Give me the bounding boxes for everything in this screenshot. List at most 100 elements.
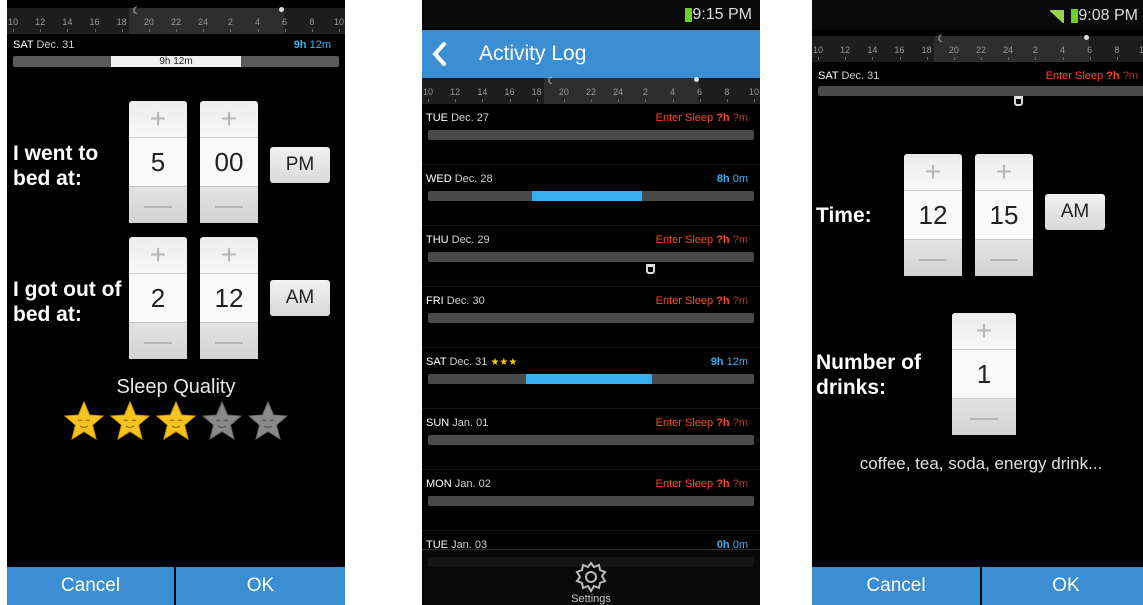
star-empty-icon[interactable] [201, 400, 243, 442]
ruler-tick-label: 24 [198, 17, 209, 27]
sleep-quality-rating[interactable] [63, 400, 303, 450]
star-filled-icon[interactable] [155, 400, 197, 442]
ruler-tick [311, 29, 313, 32]
out-hour-minus-button[interactable]: — [129, 323, 187, 359]
ruler-tick-label: 8 [1114, 45, 1120, 55]
ruler-tick [1035, 57, 1037, 60]
drinks-value[interactable]: 1 [952, 349, 1016, 399]
out-minute-spinner: + 12 — [200, 237, 258, 359]
ruler-tick [339, 29, 340, 32]
add-caffeine-screen: 9:08 PM 1012141618202224246810☾ SAT Dec.… [812, 0, 1143, 605]
ok-button[interactable]: OK [176, 567, 345, 605]
ruler-tick [1062, 57, 1064, 60]
list-item[interactable]: WED Dec. 28 8h 0m [422, 165, 760, 226]
bed-minute-plus-button[interactable]: + [200, 101, 258, 137]
day-label: SAT Dec. 31 ★★★ [426, 356, 518, 368]
back-button[interactable] [422, 30, 462, 78]
list-item[interactable]: FRI Dec. 30 Enter Sleep ?h ?m [422, 287, 760, 348]
out-hour-value[interactable]: 2 [129, 273, 187, 323]
ruler-tick-label: 10 [422, 87, 434, 97]
bed-ampm-button[interactable]: PM [270, 147, 330, 183]
star-filled-icon[interactable] [63, 400, 105, 442]
star-empty-icon[interactable] [247, 400, 289, 442]
drinks-minus-button[interactable]: — [952, 399, 1016, 435]
star-filled-icon[interactable] [109, 400, 151, 442]
drinks-spinner: + 1 — [952, 313, 1016, 435]
ruler-tick [284, 29, 286, 32]
sleep-bar [428, 191, 754, 201]
cup-icon [646, 264, 655, 274]
day-label: FRI Dec. 30 [426, 295, 485, 307]
ruler-tick-label: 22 [170, 17, 182, 27]
ruler-tick-label: 2 [1032, 45, 1038, 55]
gear-icon[interactable] [574, 560, 608, 594]
moon-icon: ☾ [937, 34, 946, 45]
app-header: Activity Log [422, 30, 760, 78]
out-minute-value[interactable]: 12 [200, 273, 258, 323]
cancel-button[interactable]: Cancel [812, 567, 980, 605]
ruler-tick [13, 29, 14, 32]
list-item[interactable]: SAT Dec. 31 ★★★ 9h 12m [422, 348, 760, 409]
status-time: 9:08 PM [1078, 7, 1138, 24]
ruler-tick [981, 57, 982, 60]
hour-value[interactable]: 12 [904, 190, 962, 240]
ruler-tick-label: 4 [254, 17, 261, 27]
out-ampm-button[interactable]: AM [270, 280, 330, 316]
ok-button[interactable]: OK [982, 567, 1143, 605]
hour-spinner: + 12 — [904, 154, 962, 276]
enter-sleep-link[interactable]: Enter Sleep ?h ?m [656, 417, 748, 429]
list-item[interactable]: MON Jan. 02 Enter Sleep ?h ?m [422, 470, 760, 531]
chevron-left-icon [432, 42, 446, 66]
cancel-button[interactable]: Cancel [7, 567, 174, 605]
list-item[interactable]: TUE Dec. 27 Enter Sleep ?h ?m [422, 104, 760, 165]
drinks-plus-button[interactable]: + [952, 313, 1016, 349]
ruler-tick [428, 99, 429, 102]
ruler-tick [818, 57, 819, 60]
bed-hour-spinner: + 5 — [129, 101, 187, 223]
enter-sleep-link[interactable]: Enter Sleep ?h ?m [656, 112, 748, 124]
sleep-bar-label: 9h 12m [111, 56, 241, 67]
day-label: THU Dec. 29 [426, 234, 490, 246]
enter-sleep-link[interactable]: Enter Sleep ?h ?m [656, 295, 748, 307]
ruler-tick [845, 57, 847, 60]
minute-value[interactable]: 15 [975, 190, 1033, 240]
cup-icon [1014, 96, 1023, 106]
sleep-bar [428, 313, 754, 323]
ruler-tick [148, 29, 150, 32]
ruler-tick-label: 4 [1059, 45, 1066, 55]
ruler-tick [455, 99, 457, 102]
bed-minute-value[interactable]: 00 [200, 137, 258, 187]
bed-hour-plus-button[interactable]: + [129, 101, 187, 137]
enter-sleep-link[interactable]: Enter Sleep ?h ?m [1046, 70, 1138, 82]
out-hour-plus-button[interactable]: + [129, 237, 187, 273]
ruler-tick [645, 99, 647, 102]
bed-minute-spinner: + 00 — [200, 101, 258, 223]
enter-sleep-link[interactable]: Enter Sleep ?h ?m [656, 478, 748, 490]
day-label: TUE Dec. 27 [426, 112, 489, 124]
ruler-tick-label: 22 [975, 45, 987, 55]
minute-minus-button[interactable]: — [975, 240, 1033, 276]
out-minute-plus-button[interactable]: + [200, 237, 258, 273]
ampm-button[interactable]: AM [1045, 194, 1105, 230]
ruler-tick [618, 99, 620, 102]
ruler-tick-label: 16 [894, 45, 905, 55]
out-minute-minus-button[interactable]: — [200, 323, 258, 359]
enter-sleep-link[interactable]: Enter Sleep ?h ?m [656, 234, 748, 246]
ruler-tick [1116, 57, 1118, 60]
list-item[interactable]: THU Dec. 29 Enter Sleep ?h ?m [422, 226, 760, 287]
ruler-tick [40, 29, 42, 32]
list-item[interactable]: SUN Jan. 01 Enter Sleep ?h ?m [422, 409, 760, 470]
sleep-bar [428, 130, 754, 140]
ruler-tick-label: 18 [116, 17, 127, 27]
settings-label[interactable]: Settings [422, 593, 760, 605]
ruler-tick-label: 8 [309, 17, 315, 27]
bed-hour-minus-button[interactable]: — [129, 187, 187, 223]
bed-minute-minus-button[interactable]: — [200, 187, 258, 223]
bed-hour-value[interactable]: 5 [129, 137, 187, 187]
hour-minus-button[interactable]: — [904, 240, 962, 276]
ruler-tick-label: 22 [585, 87, 597, 97]
status-bar: 9:15 PM [422, 0, 760, 28]
hour-plus-button[interactable]: + [904, 154, 962, 190]
minute-plus-button[interactable]: + [975, 154, 1033, 190]
ruler-tick [509, 99, 511, 102]
